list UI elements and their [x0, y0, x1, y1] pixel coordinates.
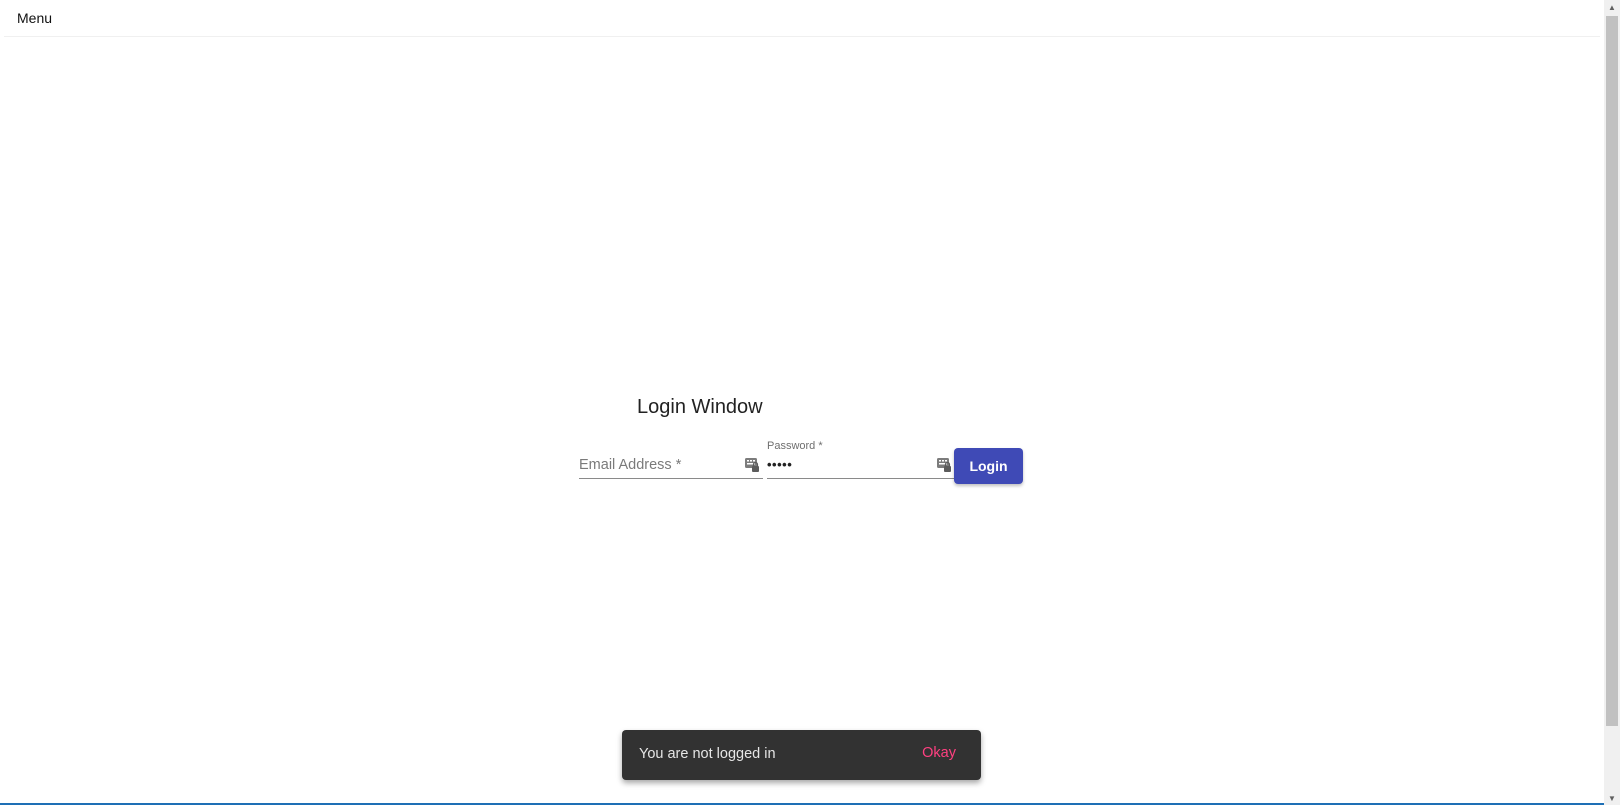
password-field[interactable]: Password * ••••• — [767, 440, 955, 480]
vertical-scrollbar[interactable]: ▲ ▼ — [1604, 0, 1620, 805]
password-underline — [767, 478, 955, 479]
email-field[interactable]: Email Address * — [579, 440, 763, 480]
keyboard-lock-icon[interactable] — [745, 457, 759, 473]
page-title: Login Window — [637, 396, 763, 418]
keyboard-lock-icon[interactable] — [937, 457, 951, 473]
page-viewport: Menu Login Window Email Address * Passwo… — [0, 0, 1604, 805]
menu-button[interactable]: Menu — [17, 10, 52, 26]
password-value: ••••• — [767, 457, 793, 472]
snackbar: You are not logged in Okay — [622, 730, 981, 780]
triangle-up-icon[interactable]: ▲ — [1604, 0, 1620, 14]
snackbar-message: You are not logged in — [639, 746, 776, 762]
top-bar: Menu — [4, 0, 1600, 37]
password-label: Password * — [767, 440, 823, 452]
login-button[interactable]: Login — [954, 448, 1023, 484]
triangle-down-icon[interactable]: ▼ — [1604, 791, 1620, 805]
email-placeholder: Email Address * — [579, 457, 682, 473]
scrollbar-thumb[interactable] — [1606, 16, 1618, 726]
email-underline — [579, 478, 763, 479]
snackbar-okay-button[interactable]: Okay — [922, 745, 956, 761]
